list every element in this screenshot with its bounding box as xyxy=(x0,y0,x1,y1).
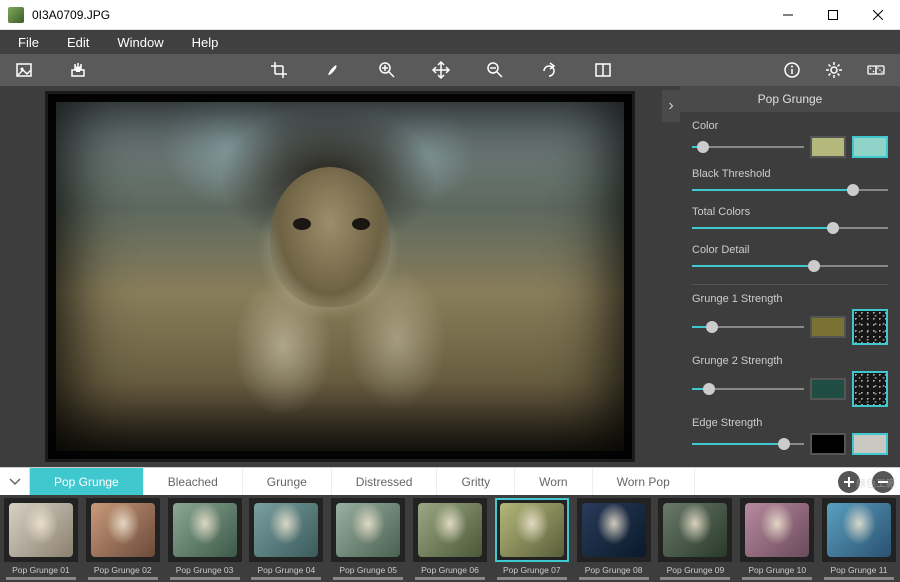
brush-icon[interactable] xyxy=(321,58,345,82)
preset-label: Pop Grunge 06 xyxy=(421,565,479,575)
preset-label: Pop Grunge 03 xyxy=(176,565,234,575)
slider[interactable] xyxy=(692,438,804,450)
slider[interactable] xyxy=(692,260,888,272)
prop-label: Edge Strength xyxy=(692,417,888,429)
prop-label: Total Colors xyxy=(692,206,888,218)
category-tab-bleached[interactable]: Bleached xyxy=(144,468,243,495)
compare-icon[interactable] xyxy=(591,58,615,82)
color-swatch[interactable] xyxy=(810,136,846,158)
prop-label: Color Detail xyxy=(692,244,888,256)
info-icon[interactable] xyxy=(780,58,804,82)
preset-label: Pop Grunge 02 xyxy=(94,565,152,575)
canvas-area: › xyxy=(0,86,680,467)
maximize-button[interactable] xyxy=(810,0,855,30)
preset-label: Pop Grunge 11 xyxy=(831,565,888,575)
category-tab-distressed[interactable]: Distressed xyxy=(332,468,438,495)
preset-label: Pop Grunge 09 xyxy=(667,565,725,575)
remove-preset-button[interactable] xyxy=(872,471,894,493)
color-swatch[interactable] xyxy=(810,433,846,455)
preset-label: Pop Grunge 08 xyxy=(585,565,643,575)
preset-pop-grunge-04[interactable]: Pop Grunge 04 xyxy=(247,498,325,582)
toolbar xyxy=(0,54,900,86)
prop-label: Grunge 2 Strength xyxy=(692,355,888,367)
preset-pop-grunge-09[interactable]: Pop Grunge 09 xyxy=(657,498,735,582)
color-swatch[interactable] xyxy=(852,136,888,158)
color-swatch[interactable] xyxy=(810,378,846,400)
close-button[interactable] xyxy=(855,0,900,30)
prop-label: Color xyxy=(692,120,888,132)
preset-pop-grunge-07[interactable]: Pop Grunge 07 xyxy=(493,498,571,582)
menu-window[interactable]: Window xyxy=(103,32,177,53)
settings-icon[interactable] xyxy=(822,58,846,82)
preset-pop-grunge-02[interactable]: Pop Grunge 02 xyxy=(84,498,162,582)
texture-swatch[interactable] xyxy=(852,309,888,345)
preset-label: Pop Grunge 05 xyxy=(339,565,397,575)
preset-label: Pop Grunge 04 xyxy=(258,565,316,575)
random-icon[interactable] xyxy=(864,58,888,82)
preset-pop-grunge-11[interactable]: Pop Grunge 11 xyxy=(820,498,898,582)
menu-file[interactable]: File xyxy=(4,32,53,53)
prop-color: Color xyxy=(680,120,900,168)
preset-pop-grunge-06[interactable]: Pop Grunge 06 xyxy=(411,498,489,582)
save-icon[interactable] xyxy=(66,58,90,82)
canvas[interactable] xyxy=(45,91,635,462)
category-tab-grunge[interactable]: Grunge xyxy=(243,468,332,495)
slider[interactable] xyxy=(692,222,888,234)
preset-strip: Pop Grunge 01 Pop Grunge 02 Pop Grunge 03 P… xyxy=(0,495,900,582)
texture-swatch[interactable] xyxy=(852,371,888,407)
prop-label: Grunge 1 Strength xyxy=(692,293,888,305)
preset-pop-grunge-10[interactable]: Pop Grunge 10 xyxy=(738,498,816,582)
slider[interactable] xyxy=(692,321,804,333)
slider[interactable] xyxy=(692,141,804,153)
prop-total-colors: Total Colors xyxy=(680,206,900,244)
title-bar: 0I3A0709.JPG xyxy=(0,0,900,30)
category-bar: Pop GrungeBleachedGrungeDistressedGritty… xyxy=(0,467,900,495)
prop-black-threshold: Black Threshold xyxy=(680,168,900,206)
add-preset-button[interactable] xyxy=(838,471,860,493)
menu-help[interactable]: Help xyxy=(178,32,233,53)
collapse-panel-button[interactable]: › xyxy=(662,90,680,122)
prop-edge-strength: Edge Strength xyxy=(680,417,900,465)
image-icon[interactable] xyxy=(12,58,36,82)
slider[interactable] xyxy=(692,184,888,196)
prop-grunge-1-strength: Grunge 1 Strength xyxy=(680,293,900,355)
zoom-out-icon[interactable] xyxy=(483,58,507,82)
work-area: › Pop Grunge Color Black Threshold Total C… xyxy=(0,86,900,467)
panel-title: Pop Grunge xyxy=(680,86,900,112)
slider[interactable] xyxy=(692,383,804,395)
preset-label: Pop Grunge 07 xyxy=(503,565,561,575)
color-swatch[interactable] xyxy=(852,433,888,455)
crop-icon[interactable] xyxy=(267,58,291,82)
expand-categories-button[interactable] xyxy=(0,468,30,495)
pan-icon[interactable] xyxy=(429,58,453,82)
preset-pop-grunge-08[interactable]: Pop Grunge 08 xyxy=(575,498,653,582)
preset-pop-grunge-03[interactable]: Pop Grunge 03 xyxy=(166,498,244,582)
preset-label: Pop Grunge 10 xyxy=(748,565,806,575)
zoom-in-icon[interactable] xyxy=(375,58,399,82)
category-tab-worn-pop[interactable]: Worn Pop xyxy=(593,468,695,495)
prop-grunge-2-strength: Grunge 2 Strength xyxy=(680,355,900,417)
category-tab-gritty[interactable]: Gritty xyxy=(437,468,515,495)
app-icon xyxy=(8,7,24,23)
prop-label: Black Threshold xyxy=(692,168,888,180)
prop-color-detail: Color Detail xyxy=(680,244,900,282)
color-swatch[interactable] xyxy=(810,316,846,338)
preset-pop-grunge-01[interactable]: Pop Grunge 01 xyxy=(2,498,80,582)
menu-bar: FileEditWindowHelp xyxy=(0,30,900,54)
category-tab-pop-grunge[interactable]: Pop Grunge xyxy=(30,468,144,495)
category-tab-worn[interactable]: Worn xyxy=(515,468,592,495)
window-title: 0I3A0709.JPG xyxy=(32,8,765,22)
menu-edit[interactable]: Edit xyxy=(53,32,103,53)
preset-pop-grunge-05[interactable]: Pop Grunge 05 xyxy=(329,498,407,582)
properties-panel: Pop Grunge Color Black Threshold Total Col… xyxy=(680,86,900,467)
minimize-button[interactable] xyxy=(765,0,810,30)
redo-icon[interactable] xyxy=(537,58,561,82)
preset-label: Pop Grunge 01 xyxy=(12,565,70,575)
